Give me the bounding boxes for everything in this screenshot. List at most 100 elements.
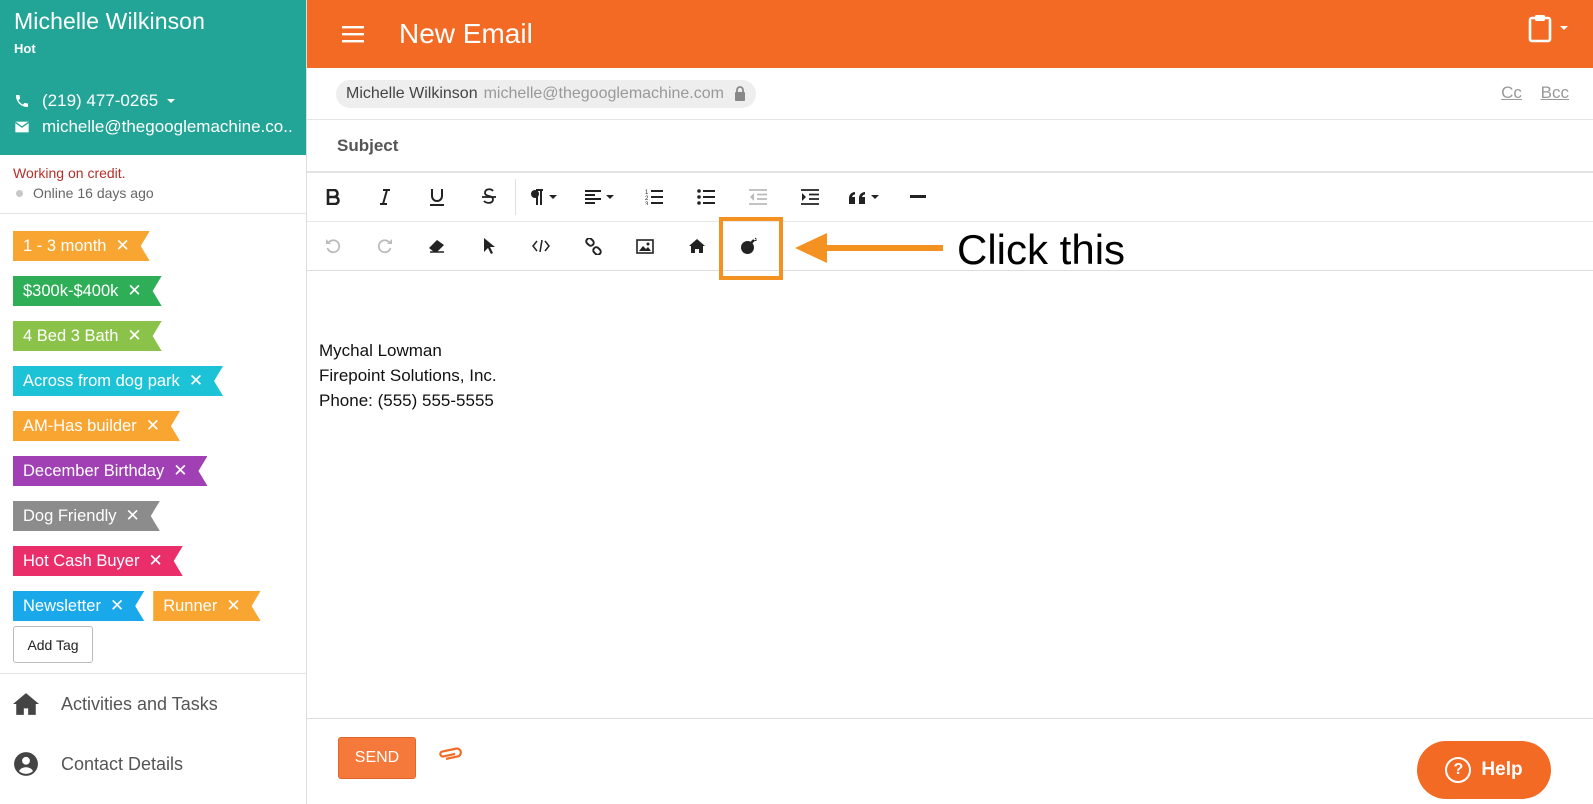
page-title: New Email: [399, 18, 533, 49]
signature-line: Mychal Lowman: [319, 341, 442, 360]
email-body[interactable]: Mychal Lowman Firepoint Solutions, Inc. …: [319, 338, 497, 413]
image-icon: [636, 238, 654, 254]
select-button[interactable]: [463, 222, 515, 271]
cc-link[interactable]: Cc: [1501, 83, 1522, 102]
tag: Dog Friendly ✕: [13, 501, 160, 531]
tag-remove-icon[interactable]: ✕: [127, 281, 141, 301]
online-status-text: Online 16 days ago: [33, 185, 154, 201]
underline-icon: [430, 189, 444, 206]
contact-phone-row[interactable]: (219) 477-0265: [14, 91, 292, 111]
tag-remove-icon[interactable]: ✕: [126, 506, 140, 526]
help-circle-icon: ?: [1445, 757, 1472, 783]
quote-icon: [848, 191, 865, 204]
tag: Runner ✕: [153, 591, 260, 621]
horizontal-rule-button[interactable]: [892, 173, 944, 222]
tag-label: AM-Has builder: [23, 416, 137, 435]
sidebar-item-label: Activities and Tasks: [61, 693, 218, 714]
tag-remove-icon[interactable]: ✕: [110, 596, 124, 616]
tag-label: Hot Cash Buyer: [23, 551, 140, 570]
paperclip-icon[interactable]: [437, 747, 463, 761]
recipient-row: Michelle Wilkinson michelle@thegooglemac…: [307, 68, 1593, 120]
tag-label: 1 - 3 month: [23, 236, 107, 255]
help-label: Help: [1481, 759, 1523, 780]
contact-status-block: Working on credit. Online 16 days ago: [0, 155, 306, 214]
paragraph-style-dropdown[interactable]: [516, 173, 572, 222]
lock-icon: [734, 86, 745, 101]
undo-button[interactable]: [307, 222, 359, 271]
align-dropdown[interactable]: [572, 173, 628, 222]
top-bar: New Email: [307, 0, 1593, 68]
sidebar-item-contact-details[interactable]: Contact Details: [13, 734, 306, 794]
quote-dropdown[interactable]: [836, 173, 892, 222]
recipient-name: Michelle Wilkinson: [346, 84, 478, 102]
cc-bcc-links: Cc Bcc: [1487, 83, 1569, 103]
contact-note: Working on credit.: [13, 165, 126, 181]
tag-remove-icon[interactable]: ✕: [148, 551, 162, 571]
editor-actions-toolbar: [307, 222, 1593, 271]
insert-image-button[interactable]: [619, 222, 671, 271]
paragraph-icon: [531, 189, 543, 205]
tag-list: 1 - 3 month ✕ $300k-$400k ✕ 4 Bed 3 Bath ✕ …: [0, 214, 306, 674]
mail-icon: [14, 121, 30, 133]
sidebar-item-activities[interactable]: Activities and Tasks: [13, 674, 306, 734]
outdent-button[interactable]: [732, 173, 784, 222]
undo-icon: [326, 239, 341, 254]
strikethrough-icon: [482, 188, 496, 204]
italic-button[interactable]: [359, 173, 411, 222]
clear-formatting-button[interactable]: [411, 222, 463, 271]
clipboard-icon: [1528, 15, 1552, 43]
tag-remove-icon[interactable]: ✕: [146, 416, 160, 436]
bold-button[interactable]: [307, 173, 359, 222]
tag-remove-icon[interactable]: ✕: [189, 371, 203, 391]
bullet-list-icon: [697, 189, 715, 205]
contact-email[interactable]: michelle@thegooglemachine.co...: [42, 117, 292, 137]
recipient-chip[interactable]: Michelle Wilkinson michelle@thegooglemac…: [336, 79, 756, 108]
redo-button[interactable]: [359, 222, 411, 271]
strikethrough-button[interactable]: [463, 173, 515, 222]
online-status: Online 16 days ago: [13, 185, 293, 201]
signature-line: Firepoint Solutions, Inc.: [319, 366, 497, 385]
indent-button[interactable]: [784, 173, 836, 222]
help-button[interactable]: ? Help: [1417, 741, 1551, 799]
insert-link-button[interactable]: [567, 222, 619, 271]
tag: Newsletter ✕: [13, 591, 144, 621]
bcc-link[interactable]: Bcc: [1541, 83, 1569, 102]
caret-down-icon[interactable]: [166, 96, 176, 106]
italic-icon: [380, 189, 390, 205]
tag-remove-icon[interactable]: ✕: [127, 326, 141, 346]
eraser-icon: [429, 240, 444, 253]
tag-remove-icon[interactable]: ✕: [115, 236, 129, 256]
underline-button[interactable]: [411, 173, 463, 222]
contact-phone[interactable]: (219) 477-0265: [42, 91, 158, 111]
send-button[interactable]: SEND: [338, 737, 416, 779]
tag: Hot Cash Buyer ✕: [13, 546, 183, 576]
tag-label: $300k-$400k: [23, 281, 119, 300]
annotation-highlight-box: [719, 217, 783, 280]
tag-label: December Birthday: [23, 461, 165, 480]
contact-email-row[interactable]: michelle@thegooglemachine.co...: [14, 117, 292, 137]
ordered-list-button[interactable]: 123: [628, 173, 680, 222]
insert-property-button[interactable]: [671, 222, 723, 271]
horizontal-rule-icon: [910, 195, 926, 198]
tag-label: Runner: [163, 596, 218, 615]
bullet-list-button[interactable]: [680, 173, 732, 222]
tag-remove-icon[interactable]: ✕: [226, 596, 240, 616]
online-dot-icon: [16, 189, 23, 197]
align-left-icon: [585, 190, 601, 204]
tag-label: Across from dog park: [23, 371, 180, 390]
annotation-label: Click this: [957, 226, 1126, 273]
hamburger-menu-icon[interactable]: [342, 25, 364, 43]
phone-icon: [16, 95, 28, 107]
bold-icon: [326, 189, 340, 205]
recipient-email: michelle@thegooglemachine.com: [483, 84, 724, 102]
code-view-button[interactable]: [515, 222, 567, 271]
contact-status: Hot: [14, 41, 36, 56]
tag-remove-icon[interactable]: ✕: [173, 461, 187, 481]
caret-down-icon: [606, 195, 614, 199]
tag: $300k-$400k ✕: [13, 276, 162, 306]
account-circle-icon: [14, 752, 38, 776]
clipboard-menu[interactable]: [1528, 13, 1569, 43]
add-tag-button[interactable]: Add Tag: [13, 626, 93, 663]
subject-field[interactable]: Subject: [307, 120, 1593, 173]
annotation-arrow-icon: [795, 233, 943, 263]
